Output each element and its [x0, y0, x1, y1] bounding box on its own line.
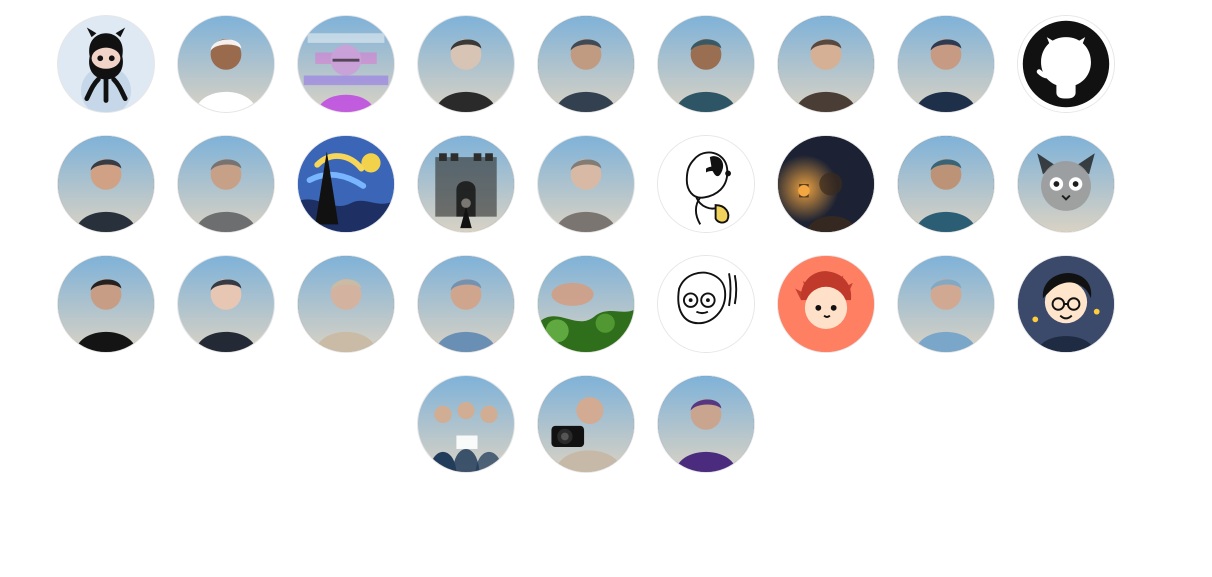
contributor-avatar-3[interactable]: [297, 15, 395, 113]
person-photo: [418, 256, 514, 352]
person-photo: [898, 136, 994, 232]
cartoon-face-icon: [778, 256, 874, 352]
contributor-avatar-19[interactable]: [57, 255, 155, 353]
person-photo: [418, 16, 514, 112]
contributor-avatar-1[interactable]: [57, 15, 155, 113]
contributor-avatar-23[interactable]: [537, 255, 635, 353]
contributor-avatar-13[interactable]: [417, 135, 515, 233]
contributor-avatar-29[interactable]: [537, 375, 635, 473]
person-photo: [178, 136, 274, 232]
person-photo: [178, 256, 274, 352]
contributor-avatar-18[interactable]: [1017, 135, 1115, 233]
contributor-avatar-9[interactable]: [1017, 15, 1115, 113]
contributor-avatar-28[interactable]: [417, 375, 515, 473]
contributor-avatar-21[interactable]: [297, 255, 395, 353]
glitch-photo: [298, 16, 394, 112]
person-photo: [658, 16, 754, 112]
person-photo: [898, 16, 994, 112]
lantern-photo: [778, 136, 874, 232]
contributor-avatar-7[interactable]: [777, 15, 875, 113]
contributor-avatar-8[interactable]: [897, 15, 995, 113]
contributor-avatar-27[interactable]: [1017, 255, 1115, 353]
starry-night-icon: [298, 136, 394, 232]
contributor-avatar-17[interactable]: [897, 135, 995, 233]
person-photo: [58, 256, 154, 352]
contributor-avatar-2[interactable]: [177, 15, 275, 113]
leaves-photo: [538, 256, 634, 352]
contributor-avatar-26[interactable]: [897, 255, 995, 353]
contributor-avatar-25[interactable]: [777, 255, 875, 353]
contributor-avatar-4[interactable]: [417, 15, 515, 113]
contributor-avatar-16[interactable]: [777, 135, 875, 233]
contributor-avatar-30[interactable]: [657, 375, 755, 473]
contributor-avatar-20[interactable]: [177, 255, 275, 353]
contributor-avatar-10[interactable]: [57, 135, 155, 233]
sketch-icon: [658, 256, 754, 352]
person-photo: [778, 16, 874, 112]
camera-photo: [538, 376, 634, 472]
person-photo: [178, 16, 274, 112]
contributor-avatar-22[interactable]: [417, 255, 515, 353]
person-photo: [298, 256, 394, 352]
contributor-avatar-15[interactable]: [657, 135, 755, 233]
contributor-avatar-24[interactable]: [657, 255, 755, 353]
person-photo: [538, 136, 634, 232]
contributor-avatar-11[interactable]: [177, 135, 275, 233]
person-photo: [898, 256, 994, 352]
cartoon-boy-icon: [1018, 256, 1114, 352]
contributor-avatar-14[interactable]: [537, 135, 635, 233]
person-photo: [538, 16, 634, 112]
contributors-grid: [0, 0, 1212, 577]
person-photo: [58, 136, 154, 232]
group-photo: [418, 376, 514, 472]
castle-photo: [418, 136, 514, 232]
person-photo: [658, 376, 754, 472]
cat-photo: [1018, 136, 1114, 232]
github-logo-icon: [1018, 16, 1114, 112]
contributor-avatar-6[interactable]: [657, 15, 755, 113]
snoopy-icon: [658, 136, 754, 232]
contributor-avatar-5[interactable]: [537, 15, 635, 113]
octocat-icon: [58, 16, 154, 112]
contributor-avatar-12[interactable]: [297, 135, 395, 233]
